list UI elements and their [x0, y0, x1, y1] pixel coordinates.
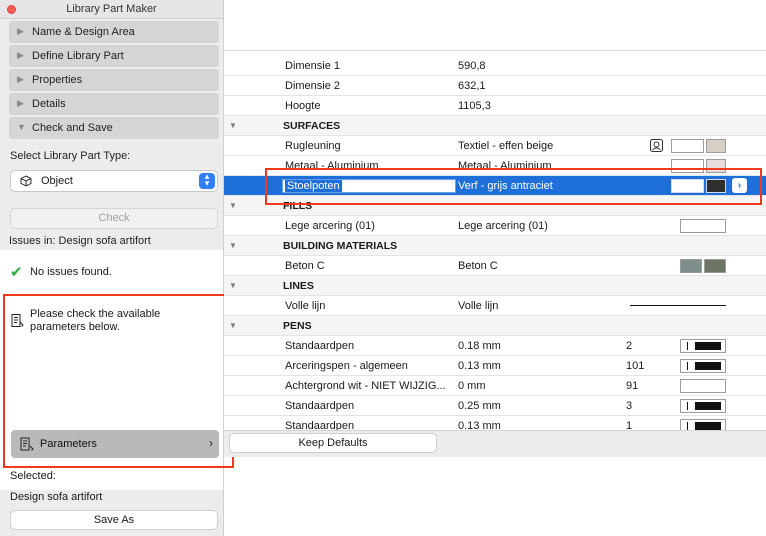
step-properties[interactable]: ▶ Properties [9, 69, 219, 91]
param-name: Hoogte [285, 100, 321, 112]
object-icon [20, 175, 32, 187]
section-title: SURFACES [283, 120, 341, 132]
disclosure-triangle-icon: ▶ [17, 74, 24, 84]
param-value[interactable]: 0.25 mm [458, 400, 501, 412]
step-label: Details [32, 98, 66, 110]
param-value[interactable]: 0.13 mm [458, 360, 501, 372]
disclosure-triangle-icon: ▼ [229, 121, 237, 130]
table-row[interactable]: Rugleuning Textiel - effen beige [224, 136, 766, 156]
chevron-updown-icon: ▴ ▾ [199, 172, 215, 189]
param-name: Rugleuning [285, 140, 341, 152]
step-details[interactable]: ▶ Details [9, 93, 219, 115]
param-value[interactable]: 0 mm [458, 380, 486, 392]
param-value[interactable]: Textiel - effen beige [458, 140, 553, 152]
table-row[interactable]: Dimensie 2 632,1 [224, 76, 766, 96]
param-value[interactable]: 590,8 [458, 60, 486, 72]
disclosure-triangle-icon: ▼ [229, 321, 237, 330]
step-label: Check and Save [32, 122, 113, 134]
param-name: Lege arcering (01) [285, 220, 375, 232]
param-value[interactable]: 1105,3 [458, 100, 491, 112]
param-name: Standaardpen [285, 340, 355, 352]
issues-header: Issues in: Design sofa artifort [9, 235, 151, 247]
library-part-type-select[interactable]: Object ▴ ▾ [10, 170, 218, 192]
table-row[interactable]: Standaardpen 0.13 mm 1 [224, 416, 766, 431]
param-value[interactable]: 632,1 [458, 80, 486, 92]
param-value[interactable]: Lege arcering (01) [458, 220, 548, 232]
section-title: PENS [283, 320, 312, 332]
step-name-design-area[interactable]: ▶ Name & Design Area [9, 21, 219, 43]
type-select-value: Object [41, 175, 73, 187]
highlight-box-issues [3, 294, 234, 468]
material-swatch[interactable] [680, 259, 702, 273]
surface-swatch[interactable] [706, 139, 726, 153]
param-name: Arceringspen - algemeen [285, 360, 408, 372]
highlight-box-selected-row [265, 168, 762, 205]
param-value[interactable]: 0.18 mm [458, 340, 501, 352]
section-title: LINES [283, 280, 314, 292]
step-label: Properties [32, 74, 83, 86]
disclosure-triangle-icon: ▶ [17, 98, 24, 108]
save-as-button[interactable]: Save As [10, 510, 218, 530]
selected-value: Design sofa artifort [10, 491, 103, 503]
disclosure-triangle-icon: ▼ [229, 241, 237, 250]
table-row[interactable]: Lege arcering (01) Lege arcering (01) [224, 216, 766, 236]
type-select-label: Select Library Part Type: [10, 150, 131, 162]
pen-swatch[interactable] [680, 359, 726, 373]
table-row[interactable]: Standaardpen 0.18 mm 2 [224, 336, 766, 356]
disclosure-triangle-icon: ▶ [17, 26, 24, 36]
section-header-pens[interactable]: ▼ PENS [224, 316, 766, 336]
title-bar: Library Part Maker [0, 0, 223, 19]
parameter-table: Dimensie 1 590,8 Dimensie 2 632,1 Hoogte… [224, 50, 766, 431]
table-row[interactable]: Standaardpen 0.25 mm 3 [224, 396, 766, 416]
pen-number[interactable]: 3 [626, 400, 632, 412]
step-label: Name & Design Area [32, 26, 135, 38]
param-value[interactable]: Volle lijn [458, 300, 498, 312]
table-row[interactable]: Beton C Beton C [224, 256, 766, 276]
pen-number[interactable]: 91 [626, 380, 638, 392]
param-name: Dimensie 1 [285, 60, 341, 72]
table-row[interactable]: Arceringspen - algemeen 0.13 mm 101 [224, 356, 766, 376]
table-row[interactable]: Volle lijn Volle lijn [224, 296, 766, 316]
pen-number[interactable]: 2 [626, 340, 632, 352]
line-type-preview[interactable] [630, 305, 726, 306]
step-check-and-save[interactable]: ▼ Check and Save [9, 117, 219, 139]
pen-number[interactable]: 101 [626, 360, 644, 372]
disclosure-triangle-icon: ▼ [229, 281, 237, 290]
table-row[interactable]: Achtergrond wit - NIET WIJZIG... 0 mm 91 [224, 376, 766, 396]
disclosure-triangle-icon: ▶ [17, 50, 24, 60]
pen-swatch[interactable] [680, 339, 726, 353]
section-header-surfaces[interactable]: ▼ SURFACES [224, 116, 766, 136]
pen-swatch[interactable] [680, 399, 726, 413]
fill-swatch[interactable] [680, 219, 726, 233]
window-title: Library Part Maker [66, 3, 157, 15]
param-name: Dimensie 2 [285, 80, 341, 92]
keep-defaults-button[interactable]: Keep Defaults [229, 433, 437, 453]
param-value[interactable]: Beton C [458, 260, 498, 272]
section-title: BUILDING MATERIALS [283, 240, 398, 252]
section-header-lines[interactable]: ▼ LINES [224, 276, 766, 296]
section-header-building-materials[interactable]: ▼ BUILDING MATERIALS [224, 236, 766, 256]
surface-swatch[interactable] [671, 139, 704, 153]
disclosure-triangle-icon: ▼ [17, 122, 26, 132]
pen-swatch[interactable] [680, 379, 726, 393]
param-name: Achtergrond wit - NIET WIJZIG... [285, 380, 446, 392]
param-name: Volle lijn [285, 300, 326, 312]
disclosure-triangle-icon: ▼ [229, 201, 237, 210]
no-issues-text: No issues found. [30, 266, 112, 278]
selected-label: Selected: [10, 470, 56, 482]
material-swatch[interactable] [704, 259, 726, 273]
check-button[interactable]: Check [10, 208, 218, 229]
param-name: Standaardpen [285, 400, 355, 412]
table-row[interactable]: Dimensie 1 590,8 [224, 56, 766, 76]
param-name: Beton C [285, 260, 325, 272]
step-label: Define Library Part [32, 50, 124, 62]
table-row[interactable]: Hoogte 1105,3 [224, 96, 766, 116]
step-define-library-part[interactable]: ▶ Define Library Part [9, 45, 219, 67]
material-preview-icon[interactable] [650, 139, 663, 152]
checkmark-icon: ✔ [10, 264, 23, 281]
